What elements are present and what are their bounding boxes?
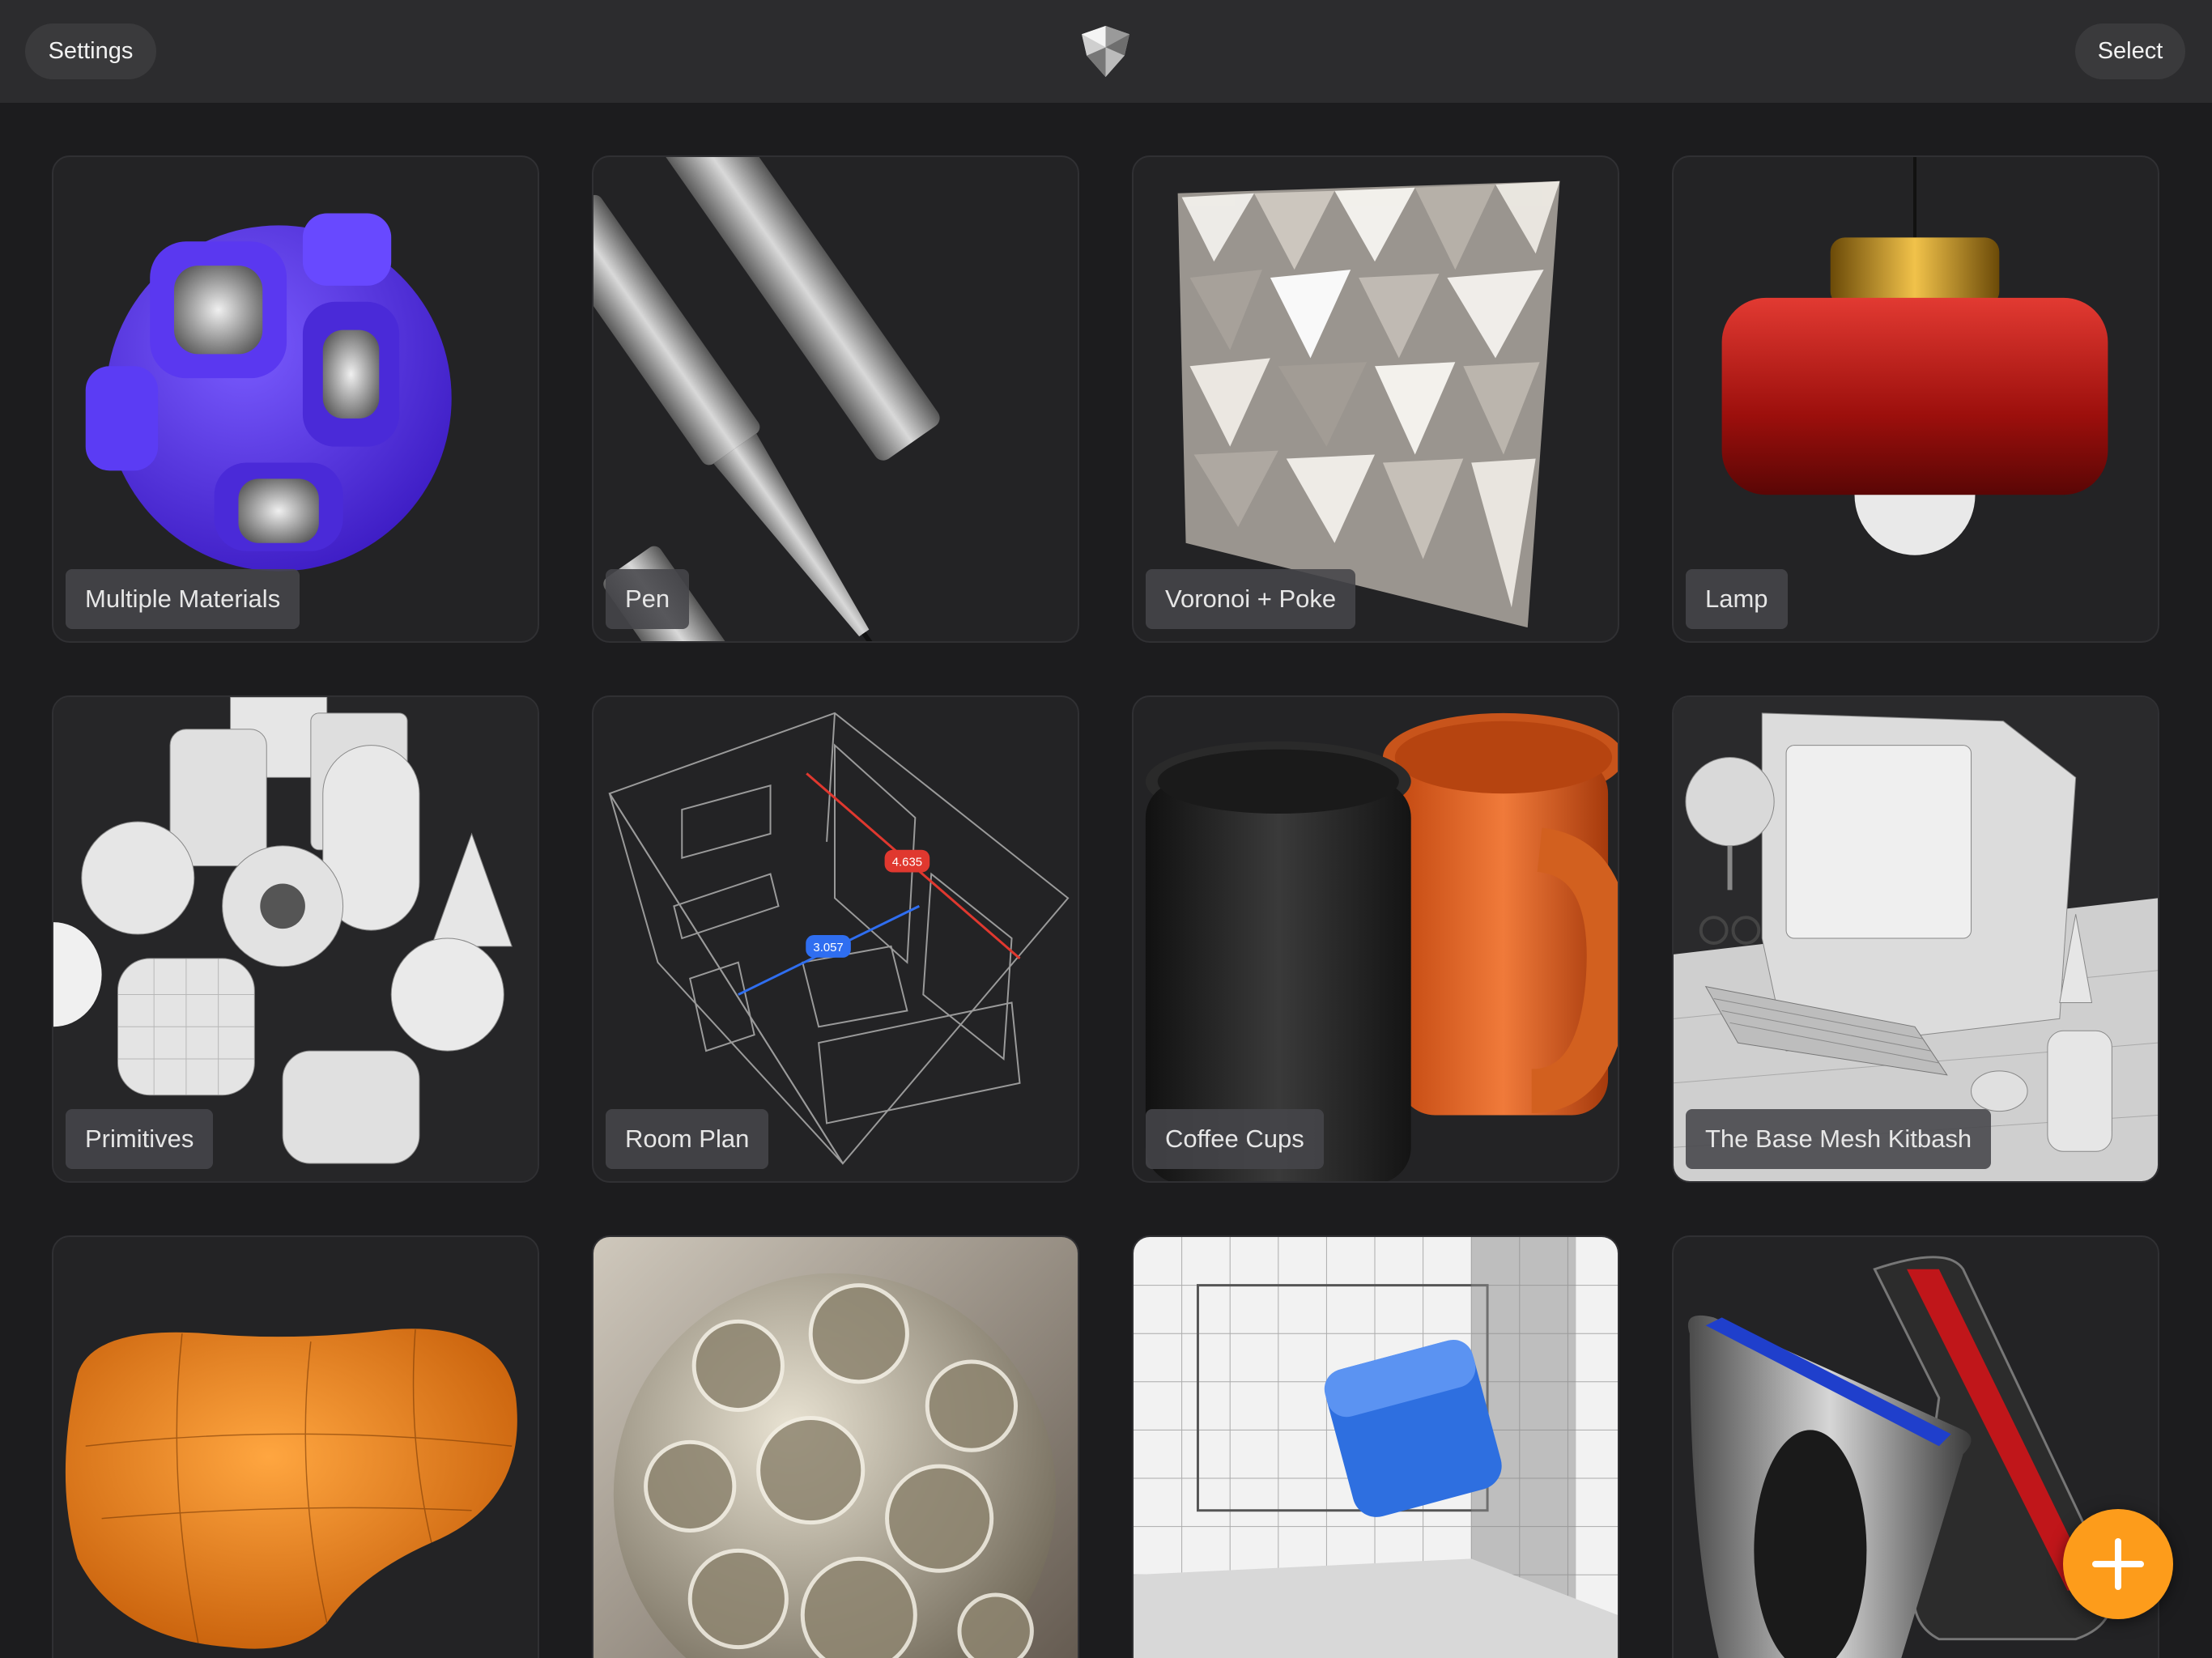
project-card[interactable]: Lamp xyxy=(1672,155,2159,643)
project-card[interactable] xyxy=(52,1235,539,1658)
project-card[interactable]: Primitives xyxy=(52,695,539,1183)
settings-button[interactable]: Settings xyxy=(25,23,156,79)
project-card[interactable] xyxy=(1132,1235,1619,1658)
project-card[interactable]: Multiple Materials xyxy=(52,155,539,643)
plus-icon xyxy=(2092,1538,2144,1590)
add-project-button[interactable] xyxy=(2063,1509,2173,1619)
project-thumbnail xyxy=(65,1329,517,1649)
project-thumbnail xyxy=(593,1237,1078,1658)
project-card[interactable]: Voronoi + Poke xyxy=(1132,155,1619,643)
project-grid: Multiple Materials Pen Voronoi + Poke La… xyxy=(0,103,2212,1658)
select-button[interactable]: Select xyxy=(2075,23,2185,79)
project-card[interactable] xyxy=(592,1235,1079,1658)
project-thumbnail xyxy=(1134,1237,1618,1658)
project-title: Pen xyxy=(606,569,690,629)
project-card[interactable]: Coffee Cups xyxy=(1132,695,1619,1183)
app-logo-icon xyxy=(1082,26,1129,77)
measurement-label: 4.635 xyxy=(892,857,922,869)
project-title: Coffee Cups xyxy=(1146,1109,1324,1169)
project-title: Room Plan xyxy=(606,1109,769,1169)
project-card[interactable]: Pen xyxy=(592,155,1079,643)
project-title: The Base Mesh Kitbash xyxy=(1686,1109,1992,1169)
measurement-label: 3.057 xyxy=(813,942,843,954)
project-title: Multiple Materials xyxy=(66,569,300,629)
project-card[interactable]: 4.635 3.057 Room Plan xyxy=(592,695,1079,1183)
project-card[interactable]: The Base Mesh Kitbash xyxy=(1672,695,2159,1183)
project-title: Lamp xyxy=(1686,569,1788,629)
top-bar: Settings Select xyxy=(0,0,2212,103)
project-title: Voronoi + Poke xyxy=(1146,569,1356,629)
project-title: Primitives xyxy=(66,1109,214,1169)
